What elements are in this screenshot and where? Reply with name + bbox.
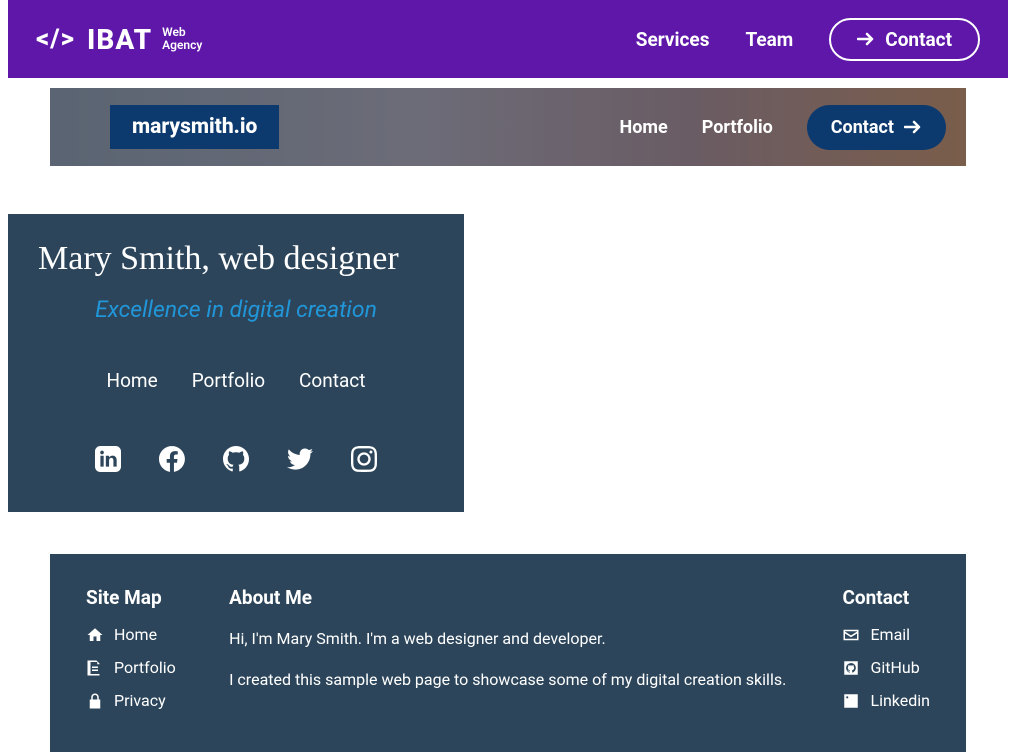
sitemap-privacy-label: Privacy xyxy=(114,691,166,710)
sitemap-home[interactable]: Home xyxy=(86,625,176,644)
about-p2: I created this sample web page to showca… xyxy=(229,666,789,693)
ibat-logo[interactable]: </> IBAT WebAgency xyxy=(36,23,202,56)
nav-team[interactable]: Team xyxy=(745,28,793,51)
home-icon xyxy=(86,626,104,644)
card-title: Mary Smith, web designer xyxy=(38,240,434,278)
hero-contact-label: Contact xyxy=(831,117,894,138)
footer-about: About Me Hi, I'm Mary Smith. I'm a web d… xyxy=(229,586,789,724)
contact-email-label: Email xyxy=(870,625,910,644)
linkedin-icon[interactable] xyxy=(95,446,121,472)
code-icon: </> xyxy=(36,24,75,54)
card-link-portfolio[interactable]: Portfolio xyxy=(192,369,265,392)
sitemap-heading: Site Map xyxy=(86,586,176,609)
github-icon[interactable] xyxy=(223,446,249,472)
card-link-contact[interactable]: Contact xyxy=(299,369,365,392)
twitter-icon[interactable] xyxy=(287,446,313,472)
hero-contact-button[interactable]: Contact xyxy=(807,105,946,150)
ibat-brand-name: IBAT xyxy=(87,23,152,56)
nav-contact-label: Contact xyxy=(885,28,952,51)
nav-contact-button[interactable]: Contact xyxy=(829,18,980,61)
about-p1: Hi, I'm Mary Smith. I'm a web designer a… xyxy=(229,625,789,652)
nav-services[interactable]: Services xyxy=(636,28,710,51)
hero-bar: marysmith.io Home Portfolio Contact xyxy=(50,88,966,166)
footer-contact: Contact Email GitHub Linkedin xyxy=(842,586,930,724)
hero-nav: Home Portfolio Contact xyxy=(620,105,946,150)
social-links xyxy=(38,446,434,472)
card-link-home[interactable]: Home xyxy=(107,369,158,392)
footer-sitemap: Site Map Home Portfolio Privacy xyxy=(86,586,176,724)
footer: Site Map Home Portfolio Privacy About Me… xyxy=(50,554,966,752)
sitemap-home-label: Home xyxy=(114,625,157,644)
facebook-icon[interactable] xyxy=(159,446,185,472)
github-square-icon xyxy=(842,659,860,677)
contact-github[interactable]: GitHub xyxy=(842,658,930,677)
contact-linkedin-label: Linkedin xyxy=(870,691,930,710)
document-icon xyxy=(86,659,104,677)
sitemap-portfolio[interactable]: Portfolio xyxy=(86,658,176,677)
linkedin-square-icon xyxy=(842,692,860,710)
hero-link-portfolio[interactable]: Portfolio xyxy=(702,117,773,138)
contact-github-label: GitHub xyxy=(870,658,919,677)
sitemap-privacy[interactable]: Privacy xyxy=(86,691,176,710)
about-heading: About Me xyxy=(229,586,789,609)
mail-icon xyxy=(842,626,860,644)
hero-link-home[interactable]: Home xyxy=(620,117,668,138)
ibat-header: </> IBAT WebAgency Services Team Contact xyxy=(8,0,1008,78)
lock-icon xyxy=(86,692,104,710)
arrow-right-icon xyxy=(857,31,875,47)
ibat-nav: Services Team Contact xyxy=(636,18,980,61)
contact-heading: Contact xyxy=(842,586,930,609)
intro-card: Mary Smith, web designer Excellence in d… xyxy=(8,214,464,512)
contact-linkedin[interactable]: Linkedin xyxy=(842,691,930,710)
sitemap-portfolio-label: Portfolio xyxy=(114,658,176,677)
hero-brand[interactable]: marysmith.io xyxy=(110,105,279,149)
card-nav: Home Portfolio Contact xyxy=(38,369,434,392)
ibat-subtitle: WebAgency xyxy=(162,26,202,52)
arrow-right-icon xyxy=(904,119,922,135)
card-subtitle: Excellence in digital creation xyxy=(38,296,434,323)
instagram-icon[interactable] xyxy=(351,446,377,472)
contact-email[interactable]: Email xyxy=(842,625,930,644)
